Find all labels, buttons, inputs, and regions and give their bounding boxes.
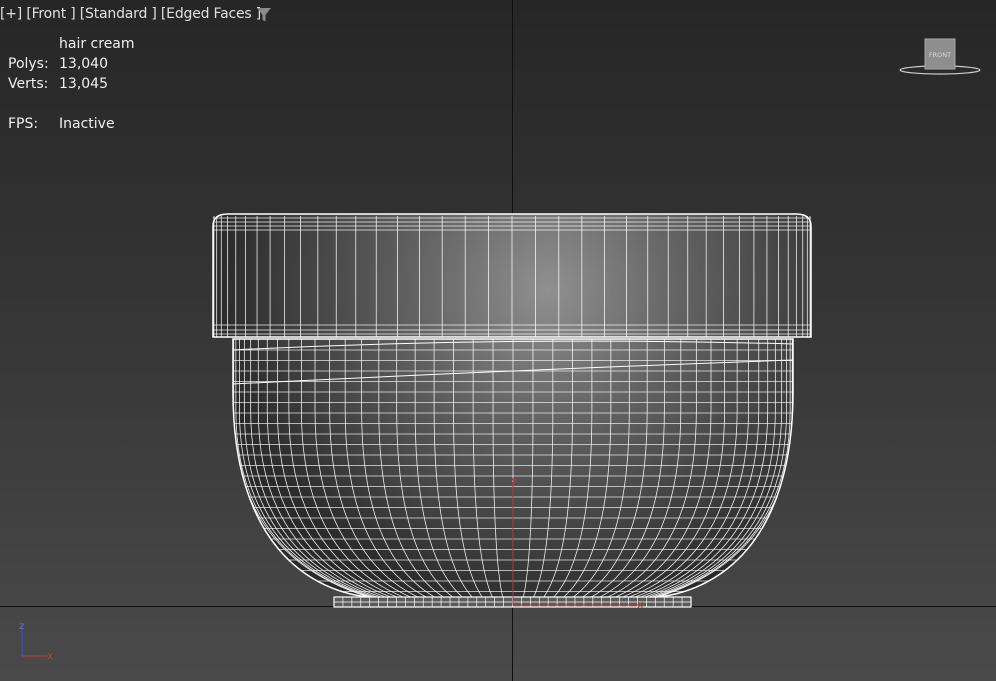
triad-z-label: z bbox=[19, 621, 24, 632]
world-axis-triad: z x bbox=[19, 621, 53, 662]
viewport-scene[interactable]: y x bbox=[0, 0, 996, 681]
jar-lid[interactable] bbox=[212, 213, 812, 338]
gizmo-y-label: y bbox=[511, 473, 518, 486]
triad-x-label: x bbox=[47, 651, 53, 662]
gizmo-x-label: x bbox=[637, 598, 644, 611]
